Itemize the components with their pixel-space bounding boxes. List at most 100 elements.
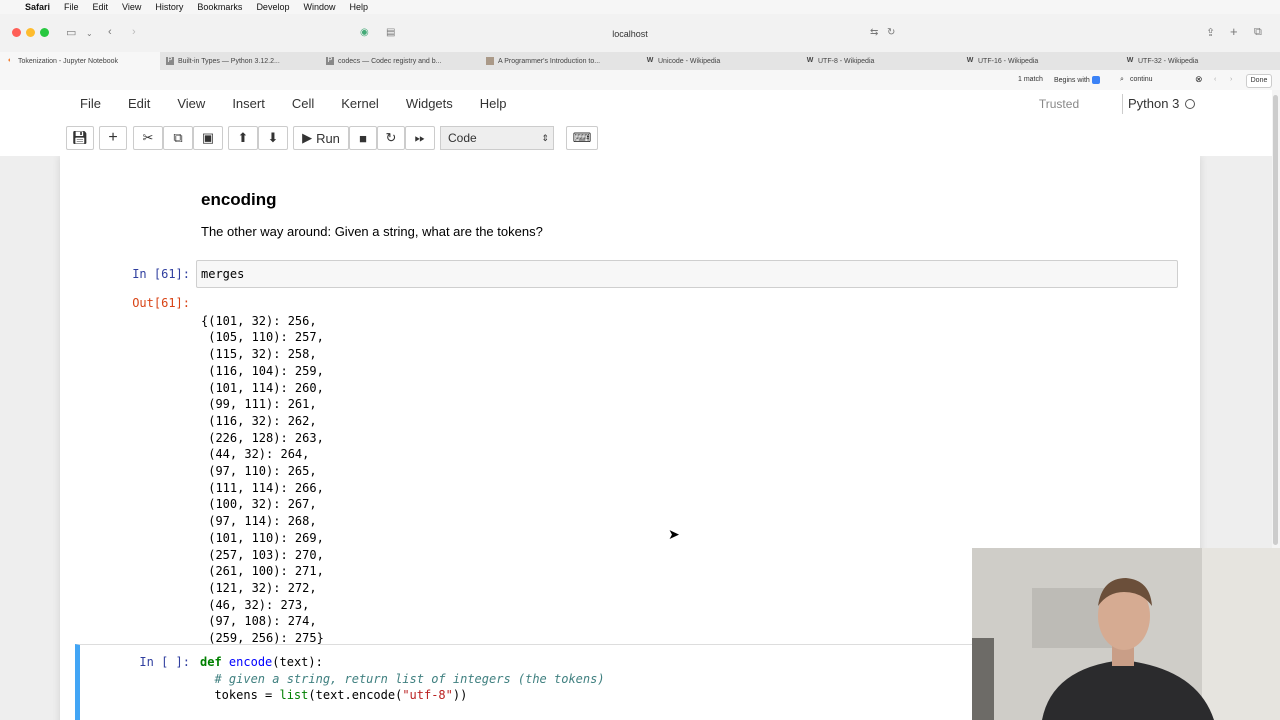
code-text: )) <box>452 688 468 703</box>
tab-utf32-wikipedia[interactable]: W UTF-32 - Wikipedia <box>1120 52 1280 70</box>
menu-safari[interactable]: Safari <box>25 2 50 12</box>
reader-icon[interactable]: ▤ <box>386 27 395 38</box>
find-input[interactable]: continu <box>1130 76 1153 83</box>
new-tab-icon[interactable]: + <box>1230 24 1238 39</box>
code-text: tokens = <box>214 688 280 703</box>
cut-button[interactable]: ✂ <box>133 126 163 150</box>
jupyter-menu-file[interactable]: File <box>80 96 101 111</box>
webcam-overlay <box>972 548 1280 720</box>
jupyter-menu-cell[interactable]: Cell <box>292 96 314 111</box>
markdown-heading: encoding <box>201 190 277 209</box>
output-line: (116, 32): 262, <box>201 413 317 428</box>
address-bar[interactable]: localhost <box>360 25 900 43</box>
tab-label: UTF-32 - Wikipedia <box>1138 57 1199 65</box>
tab-overview-icon[interactable]: ⧉ <box>1254 26 1262 39</box>
jupyter-menu-edit[interactable]: Edit <box>128 96 150 111</box>
interrupt-button[interactable]: ■ <box>349 126 377 150</box>
sidebar-icon[interactable]: ▭ <box>66 26 76 39</box>
move-down-button[interactable]: ⬇ <box>258 126 288 150</box>
tab-programmers-intro[interactable]: A Programmer's Introduction to... <box>480 52 640 70</box>
arrow-up-icon: ⬆ <box>237 130 249 145</box>
jupyter-header: File Edit View Insert Cell Kernel Widget… <box>0 90 1272 157</box>
output-line: (97, 114): 268, <box>201 514 317 529</box>
menu-help[interactable]: Help <box>349 2 368 12</box>
forward-icon[interactable]: › <box>132 26 136 38</box>
tab-label: UTF-8 - Wikipedia <box>818 57 875 65</box>
translate-icon[interactable]: ⇆ <box>870 27 878 38</box>
scrollbar-thumb[interactable] <box>1273 95 1278 545</box>
output-line: (115, 32): 258, <box>201 347 317 362</box>
tab-unicode-wikipedia[interactable]: W Unicode - Wikipedia <box>640 52 800 70</box>
tab-label: A Programmer's Introduction to... <box>498 57 601 65</box>
menu-history[interactable]: History <box>155 2 183 12</box>
output-line: (116, 104): 259, <box>201 363 324 378</box>
restart-run-all-button[interactable]: ⏩︎ <box>405 126 435 150</box>
kernel-indicator: Python 3 <box>1122 94 1196 114</box>
menu-develop[interactable]: Develop <box>256 2 289 12</box>
chevron-down-icon <box>1091 76 1100 84</box>
jupyter-menu-kernel[interactable]: Kernel <box>341 96 379 111</box>
wikipedia-icon: W <box>646 57 654 64</box>
menu-edit[interactable]: Edit <box>93 2 109 12</box>
code-keyword: def <box>200 655 222 669</box>
back-icon[interactable]: ‹ <box>108 26 112 38</box>
paste-button[interactable]: ▣ <box>193 126 223 150</box>
tab-tokenization[interactable]: ◐ Tokenization - Jupyter Notebook <box>0 52 160 70</box>
code-line: tokens = list(text.encode("utf-8")) <box>200 687 605 704</box>
zoom-window-button[interactable] <box>40 28 49 37</box>
tab-strip: ◐ Tokenization - Jupyter Notebook P Built-… <box>0 52 1280 71</box>
jupyter-menu-widgets[interactable]: Widgets <box>406 96 453 111</box>
chevron-down-icon[interactable]: ⌄ <box>86 29 93 38</box>
code-line: def encode(text): <box>200 654 605 671</box>
plus-icon: + <box>108 129 118 146</box>
code-cell-editor[interactable]: def encode(text): # given a string, retu… <box>200 654 605 704</box>
shield-icon[interactable]: ◉ <box>360 27 369 38</box>
restart-button[interactable]: ↻ <box>377 126 405 150</box>
kernel-idle-icon <box>1185 99 1196 109</box>
code-line: # given a string, return list of integer… <box>200 671 604 688</box>
command-palette-button[interactable]: ⌨ <box>566 126 598 150</box>
tab-built-in-types[interactable]: P Built-in Types — Python 3.12.2... <box>160 52 320 70</box>
arrow-down-icon: ⬇ <box>267 130 279 145</box>
output-line: (46, 32): 273, <box>201 597 310 612</box>
code-cell-input[interactable]: merges <box>196 260 1178 288</box>
menu-window[interactable]: Window <box>303 2 335 12</box>
reload-icon[interactable]: ↻ <box>887 27 895 38</box>
macos-menu-bar: Safari File Edit View History Bookmarks … <box>0 0 1280 14</box>
minimize-window-button[interactable] <box>26 28 35 37</box>
restart-icon: ↻ <box>385 130 397 145</box>
menu-view[interactable]: View <box>122 2 141 12</box>
paste-icon: ▣ <box>201 130 215 145</box>
output-line: (97, 110): 265, <box>201 464 317 479</box>
move-up-button[interactable]: ⬆ <box>228 126 258 150</box>
share-icon[interactable]: ⇪ <box>1206 26 1215 39</box>
jupyter-menu-help[interactable]: Help <box>480 96 507 111</box>
cell-type-select[interactable]: Code ⇕ <box>440 126 554 150</box>
menu-bookmarks[interactable]: Bookmarks <box>197 2 242 12</box>
menu-file[interactable]: File <box>64 2 79 12</box>
insert-cell-button[interactable]: + <box>99 126 127 150</box>
find-mode-select[interactable]: Begins with <box>1054 76 1100 84</box>
tab-utf8-wikipedia[interactable]: W UTF-8 - Wikipedia <box>800 52 960 70</box>
find-done-button[interactable]: Done <box>1246 74 1272 88</box>
jupyter-menu-view[interactable]: View <box>177 96 205 111</box>
search-icon: ⌕ <box>1120 76 1124 83</box>
run-button[interactable]: ▶ Run <box>293 126 349 150</box>
next-match-icon[interactable]: › <box>1230 76 1232 83</box>
find-bar: 1 match Begins with ⌕ continu ⊗ ‹ › Done <box>0 70 1280 90</box>
stop-icon: ■ <box>359 130 367 146</box>
tab-label: Tokenization - Jupyter Notebook <box>18 57 118 65</box>
clear-icon[interactable]: ⊗ <box>1195 74 1203 85</box>
run-label: Run <box>316 130 340 146</box>
tab-utf16-wikipedia[interactable]: W UTF-16 - Wikipedia <box>960 52 1120 70</box>
copy-button[interactable]: ⧉ <box>163 126 193 150</box>
fast-forward-icon: ⏩︎ <box>414 130 426 145</box>
save-button[interactable]: 💾︎ <box>66 126 94 150</box>
tab-codecs[interactable]: Pcodecs — Codec registry and b... <box>320 52 480 70</box>
markdown-text: The other way around: Given a string, wh… <box>201 224 543 239</box>
previous-match-icon[interactable]: ‹ <box>1214 76 1216 83</box>
trusted-indicator[interactable]: Trusted <box>1032 94 1086 114</box>
jupyter-menu-insert[interactable]: Insert <box>232 96 265 111</box>
output-prompt: Out[61]: <box>132 296 190 310</box>
close-window-button[interactable] <box>12 28 21 37</box>
